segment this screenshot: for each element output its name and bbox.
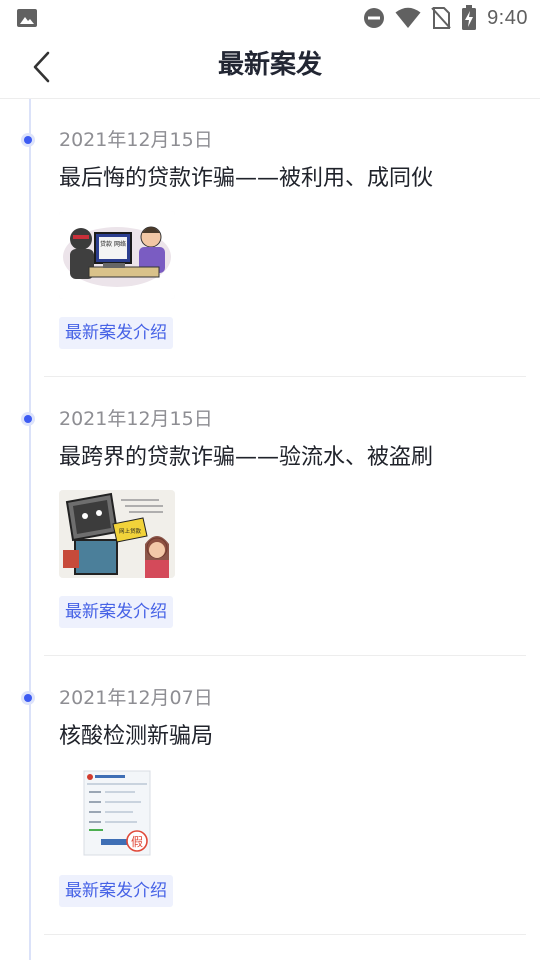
do-not-disturb-icon	[364, 8, 385, 28]
case-date: 2021年12月15日	[59, 129, 213, 151]
case-item[interactable]: 2021年12月07日 核酸检测新骗局 假 最新案发介绍	[0, 657, 540, 936]
timeline-dot	[21, 691, 35, 705]
thumb-text: 贷款 网络	[100, 240, 126, 248]
case-title[interactable]: 最跨界的贷款诈骗——验流水、被盗刷	[59, 442, 433, 474]
status-bar: 9:40	[0, 0, 540, 36]
thumb-text: 网上贷款	[119, 527, 142, 535]
case-tag[interactable]: 最新案发介绍	[59, 875, 173, 907]
nav-bar: 最新案发	[0, 36, 540, 99]
case-date: 2021年12月07日	[59, 687, 213, 709]
case-timeline: 2021年12月15日 最后悔的贷款诈骗——被利用、成同伙 贷款 网络 最新案发…	[0, 99, 540, 960]
divider	[44, 655, 526, 656]
case-item[interactable]: 2021年12月15日 最后悔的贷款诈骗——被利用、成同伙 贷款 网络 最新案发…	[0, 99, 540, 378]
image-icon	[17, 9, 37, 27]
wifi-icon	[395, 7, 421, 28]
case-thumbnail[interactable]: 贷款 网络	[59, 211, 175, 299]
timeline-dot	[21, 412, 35, 426]
cartoon-monitor-woman-image: 网上贷款	[59, 490, 175, 578]
case-date: 2021年12月15日	[59, 408, 213, 430]
case-tag[interactable]: 最新案发介绍	[59, 596, 173, 628]
thumb-text: 假	[131, 835, 143, 849]
divider	[44, 376, 526, 377]
divider	[44, 934, 526, 935]
fake-form-screenshot-image: 假	[59, 769, 175, 857]
no-sim-icon	[431, 7, 451, 29]
status-time: 9:40	[487, 6, 528, 29]
timeline-dot	[21, 133, 35, 147]
status-icons: 9:40	[363, 4, 528, 32]
page-title: 最新案发	[217, 50, 322, 80]
case-thumbnail[interactable]: 网上贷款	[59, 490, 175, 578]
case-thumbnail[interactable]: 假	[59, 769, 175, 857]
case-item[interactable]: 2021年12月15日 最跨界的贷款诈骗——验流水、被盗刷 网上贷款 最新案发介…	[0, 378, 540, 657]
case-tag[interactable]: 最新案发介绍	[59, 317, 173, 349]
cartoon-scammer-computer-image: 贷款 网络	[59, 211, 175, 299]
battery-charging-icon	[462, 5, 477, 30]
case-title[interactable]: 核酸检测新骗局	[59, 721, 213, 753]
case-title[interactable]: 最后悔的贷款诈骗——被利用、成同伙	[59, 163, 433, 195]
